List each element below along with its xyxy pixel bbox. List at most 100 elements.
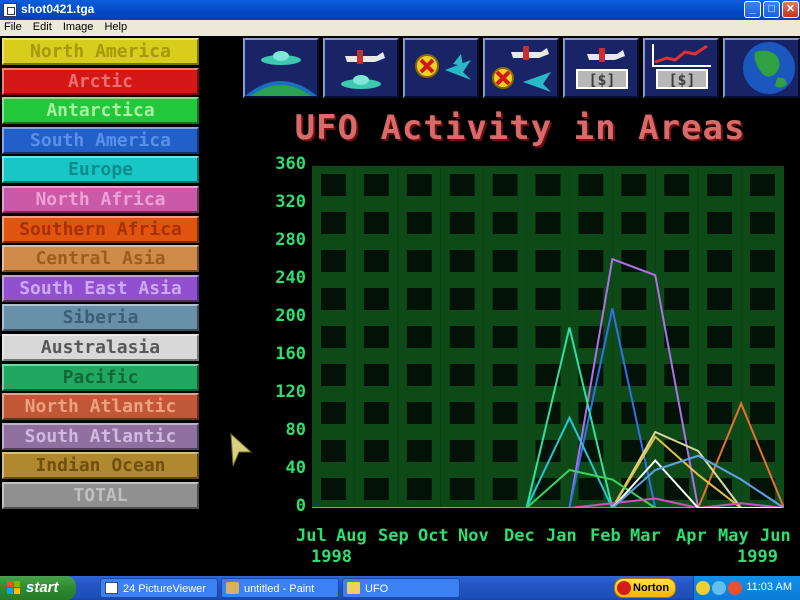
mouse-cursor-icon — [230, 432, 253, 467]
y-tick-label: 320 — [275, 192, 306, 212]
region-button-2[interactable]: Antarctica — [2, 97, 199, 125]
region-button-4[interactable]: Europe — [2, 156, 199, 184]
geoscape-button[interactable] — [723, 38, 800, 98]
grid-cell-hole — [535, 212, 561, 234]
grid-cell-hole — [449, 212, 475, 234]
region-button-0[interactable]: North America — [2, 38, 199, 65]
xcom-activity-countries-button[interactable] — [483, 38, 559, 98]
grid-cell-hole — [363, 440, 389, 462]
region-button-5[interactable]: North Africa — [2, 186, 199, 213]
grid-cell-hole — [406, 212, 432, 234]
grid-cell-hole — [321, 250, 346, 272]
grid-cell-hole — [406, 440, 432, 462]
title-bar[interactable]: shot0421.tga _ □ ✕ — [0, 0, 800, 20]
menu-file[interactable]: File — [0, 20, 26, 33]
grid-cell-hole — [535, 250, 561, 272]
start-label: start — [26, 579, 59, 596]
grid-cell-hole — [492, 402, 518, 424]
x-tick-label: Feb — [590, 526, 621, 546]
norton-icon — [617, 581, 631, 595]
taskbar-item-paint[interactable]: untitled - Paint — [221, 578, 339, 598]
menu-image[interactable]: Image — [59, 20, 98, 33]
ufo-activity-countries-button[interactable] — [323, 38, 399, 98]
region-button-10[interactable]: Australasia — [2, 334, 199, 361]
grid-cell-hole — [492, 326, 518, 348]
region-button-1[interactable]: Arctic — [2, 67, 199, 95]
grid-cell-hole — [621, 212, 647, 234]
region-button-3[interactable]: South America — [2, 126, 199, 154]
taskbar: start 24 PictureViewer untitled - Paint … — [0, 576, 800, 600]
grid-cell-hole — [321, 478, 346, 500]
menu-bar: File Edit Image Help — [0, 20, 800, 36]
y-tick-label: 120 — [275, 382, 306, 402]
region-button-15[interactable]: TOTAL — [2, 482, 199, 509]
plane-crossed-out-icon — [485, 40, 557, 96]
menu-edit[interactable]: Edit — [29, 20, 56, 33]
region-button-12[interactable]: North Atlantic — [2, 393, 199, 421]
region-button-13[interactable]: South Atlantic — [2, 422, 199, 450]
taskbar-item-ufo[interactable]: UFO — [342, 578, 460, 598]
finance-button[interactable]: [$] — [643, 38, 719, 98]
grid-cell-hole — [578, 250, 604, 272]
grid-cell-hole — [707, 174, 733, 196]
grid-cell-hole — [707, 478, 733, 500]
grid-cell-hole — [707, 364, 733, 386]
plane-money-icon: [$] — [565, 40, 637, 96]
tray-icon-3[interactable] — [728, 581, 742, 595]
x-tick-label: Sep — [378, 526, 409, 546]
grid-cell-hole — [707, 250, 733, 272]
grid-cell-hole — [492, 440, 518, 462]
close-button[interactable]: ✕ — [782, 1, 799, 18]
grid-cell-hole — [578, 212, 604, 234]
grid-cell-hole — [449, 288, 475, 310]
x-tick-label: Nov — [458, 526, 489, 546]
tray-icon-2[interactable] — [712, 581, 726, 595]
ufo-activity-areas-button[interactable] — [243, 38, 319, 98]
maximize-button[interactable]: □ — [763, 1, 780, 18]
grid-cell-hole — [321, 440, 346, 462]
region-button-8[interactable]: South East Asia — [2, 274, 199, 302]
region-button-14[interactable]: Indian Ocean — [2, 452, 199, 480]
grid-cell-hole — [406, 288, 432, 310]
grid-cell-hole — [664, 288, 690, 310]
grid-cell-hole — [621, 250, 647, 272]
grid-cell-hole — [750, 440, 775, 462]
grid-cell-hole — [363, 174, 389, 196]
windows-flag-icon — [7, 581, 20, 594]
grid-cell-hole — [363, 212, 389, 234]
xcom-activity-areas-button[interactable] — [403, 38, 479, 98]
grid-cell-hole — [321, 326, 346, 348]
grid-cell-hole — [492, 174, 518, 196]
y-tick-label: 280 — [275, 230, 306, 250]
x-tick-label: Aug — [336, 526, 367, 546]
region-button-11[interactable]: Pacific — [2, 363, 199, 391]
region-button-6[interactable]: Southern Africa — [2, 215, 199, 243]
paint-icon — [226, 582, 239, 594]
grid-cell-hole — [750, 326, 775, 348]
grid-cell-hole — [664, 478, 690, 500]
grid-cell-hole — [621, 326, 647, 348]
activity-chart — [312, 166, 784, 508]
y-tick-label: 160 — [275, 344, 306, 364]
grid-cell-hole — [321, 288, 346, 310]
region-button-9[interactable]: Siberia — [2, 304, 199, 332]
region-button-7[interactable]: Central Asia — [2, 245, 199, 273]
x-tick-label: May — [718, 526, 749, 546]
taskbar-item-pictureviewer[interactable]: 24 PictureViewer — [100, 578, 218, 598]
grid-cell-hole — [492, 364, 518, 386]
tray-icon-1[interactable] — [696, 581, 710, 595]
grid-cell-hole — [406, 250, 432, 272]
minimize-button[interactable]: _ — [744, 1, 761, 18]
x-tick-label: Oct — [418, 526, 449, 546]
norton-button[interactable]: Norton — [614, 578, 676, 598]
x-year-start: 1998 — [311, 547, 352, 567]
x-tick-label: Jun — [760, 526, 791, 546]
grid-cell-hole — [535, 326, 561, 348]
globe-icon — [725, 40, 798, 96]
grid-cell-hole — [621, 174, 647, 196]
grid-cell-hole — [535, 288, 561, 310]
start-button[interactable]: start — [0, 576, 76, 600]
income-button[interactable]: [$] — [563, 38, 639, 98]
menu-help[interactable]: Help — [100, 20, 131, 33]
chart-title: UFO Activity in Areas — [294, 108, 746, 148]
